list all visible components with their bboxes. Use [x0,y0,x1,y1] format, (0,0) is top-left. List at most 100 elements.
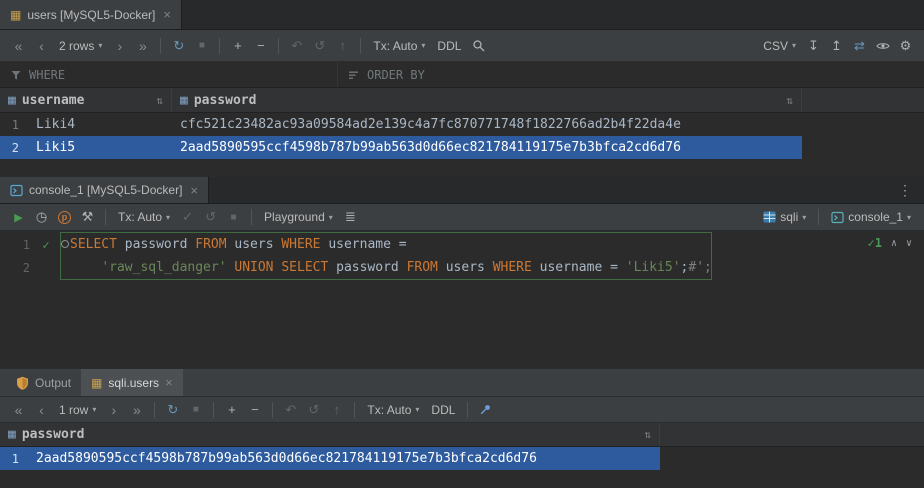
code-text: SELECT password FROM users WHERE usernam… [58,237,407,252]
history-button[interactable]: ◷ [31,207,52,228]
order-by-filter-field[interactable]: ORDER BY [338,62,435,87]
chevron-down-icon: ▾ [166,213,170,222]
code-line[interactable]: 2 'raw_sql_danger' UNION SELECT password… [0,256,924,279]
refresh-button[interactable]: ↻ [168,35,189,56]
cell-password[interactable]: cfc521c23482ac93a09584ad2e139c4a7fc87077… [172,117,802,132]
parameters-button[interactable]: p [54,207,75,228]
refresh-button[interactable]: ↻ [162,399,183,420]
run-button[interactable]: ▶ [8,207,29,228]
schema-table-icon [763,211,776,223]
rollback-button[interactable]: ↺ [200,207,221,228]
chevron-down-icon: ▾ [421,41,425,50]
chevron-down-icon: ▾ [92,405,96,414]
first-page-button[interactable]: « [8,35,29,56]
table-row-selected[interactable]: 1 2aad5890595ccf4598b787b99ab563d0d66ec8… [0,447,924,470]
tab-users-table[interactable]: ▦ users [MySQL5-Docker] × [0,0,182,29]
settings-button[interactable]: ⚙ [895,35,916,56]
row-number: 1 [0,452,28,466]
code-token: username = [532,260,626,275]
stop-button[interactable]: ■ [185,399,206,420]
revert-button[interactable]: ↶ [286,35,307,56]
cell-username[interactable]: Liki4 [28,117,172,132]
sql-editor[interactable]: 1 ✓ SELECT password FROM users WHERE use… [0,231,924,369]
tx-mode-dropdown[interactable]: Tx: Auto ▾ [362,399,424,420]
settings-wrench-button[interactable]: ⚒ [77,207,98,228]
output-layout-button[interactable]: ≣ [340,207,361,228]
export-download-button[interactable]: ↧ [803,35,824,56]
add-row-button[interactable]: + [227,35,248,56]
delete-row-button[interactable]: − [244,399,265,420]
export-format-dropdown[interactable]: CSV ▾ [758,35,801,56]
column-header-password[interactable]: ▦ password ⇅ [0,423,660,446]
playground-label: Playground [264,210,325,224]
close-tab-icon[interactable]: × [163,7,171,22]
table-row[interactable]: 1 Liki4 cfc521c23482ac93a09584ad2e139c4a… [0,113,924,136]
last-page-button[interactable]: » [132,35,153,56]
grid-filter-row: WHERE ORDER BY [0,62,924,88]
sort-toggle-icon[interactable]: ⇅ [786,94,793,107]
tab-label: Output [35,376,71,390]
column-header-username[interactable]: ▦ username ⇅ [0,88,172,112]
tab-console[interactable]: console_1 [MySQL5-Docker] × [0,177,209,203]
export-format-label: CSV [763,39,788,53]
schema-dropdown[interactable]: sqli ▾ [758,207,811,228]
stop-button[interactable]: ■ [223,207,244,228]
sort-toggle-icon[interactable]: ⇅ [156,94,163,107]
next-page-button[interactable]: › [103,399,124,420]
next-page-button[interactable]: › [109,35,130,56]
table-row-selected[interactable]: 2 Liki5 2aad5890595ccf4598b787b99ab563d0… [0,136,924,159]
shield-icon [16,376,29,390]
commit-button[interactable]: ✓ [177,207,198,228]
ddl-button[interactable]: DDL [432,35,466,56]
success-result-badge: ✓1 [867,236,881,250]
more-options-icon[interactable]: ⋮ [894,182,916,199]
code-token: WHERE [281,237,320,252]
view-options-button[interactable] [872,35,893,56]
order-by-label: ORDER BY [367,68,425,82]
submit-button[interactable]: ↑ [326,399,347,420]
session-dropdown[interactable]: console_1 ▾ [826,207,916,228]
column-header-password[interactable]: ▦ password ⇅ [172,88,802,112]
filter-funnel-icon [10,69,22,81]
previous-page-button[interactable]: ‹ [31,399,52,420]
tx-mode-dropdown[interactable]: Tx: Auto ▾ [368,35,430,56]
page-size-dropdown[interactable]: 1 row ▾ [54,399,101,420]
first-page-button[interactable]: « [8,399,29,420]
tab-output[interactable]: Output [6,369,81,396]
ddl-button[interactable]: DDL [426,399,460,420]
submit-button[interactable]: ↑ [332,35,353,56]
divider [251,209,252,225]
delete-row-button[interactable]: − [250,35,271,56]
close-tab-icon[interactable]: × [165,375,173,390]
next-result-icon[interactable]: ∨ [906,238,912,249]
redo-button[interactable]: ↺ [309,35,330,56]
sort-toggle-icon[interactable]: ⇅ [644,428,651,441]
stop-button[interactable]: ■ [191,35,212,56]
previous-result-icon[interactable]: ∧ [891,238,897,249]
cell-username[interactable]: Liki5 [28,140,172,155]
cell-password[interactable]: 2aad5890595ccf4598b787b99ab563d0d66ec821… [28,451,660,466]
parameters-icon: p [58,211,71,224]
tab-result-grid[interactable]: ▦ sqli.users × [81,369,183,396]
import-upload-button[interactable]: ↥ [826,35,847,56]
chevron-down-icon: ▾ [415,405,419,414]
where-filter-field[interactable]: WHERE [0,62,338,87]
compare-button[interactable]: ⇄ [849,35,870,56]
redo-button[interactable]: ↺ [303,399,324,420]
add-row-button[interactable]: + [221,399,242,420]
pin-tab-button[interactable] [475,399,496,420]
tx-mode-dropdown[interactable]: Tx: Auto ▾ [113,207,175,228]
last-page-button[interactable]: » [126,399,147,420]
search-button[interactable] [468,35,489,56]
code-line[interactable]: 1 ✓ SELECT password FROM users WHERE use… [0,233,924,256]
session-label: console_1 [848,210,903,224]
revert-button[interactable]: ↶ [280,399,301,420]
close-tab-icon[interactable]: × [190,183,198,198]
code-token: FROM [407,260,438,275]
console-icon [10,184,23,197]
previous-page-button[interactable]: ‹ [31,35,52,56]
cell-password[interactable]: 2aad5890595ccf4598b787b99ab563d0d66ec821… [172,140,802,155]
playground-dropdown[interactable]: Playground ▾ [259,207,338,228]
statement-marker-icon[interactable] [61,240,69,248]
page-size-dropdown[interactable]: 2 rows ▾ [54,35,107,56]
